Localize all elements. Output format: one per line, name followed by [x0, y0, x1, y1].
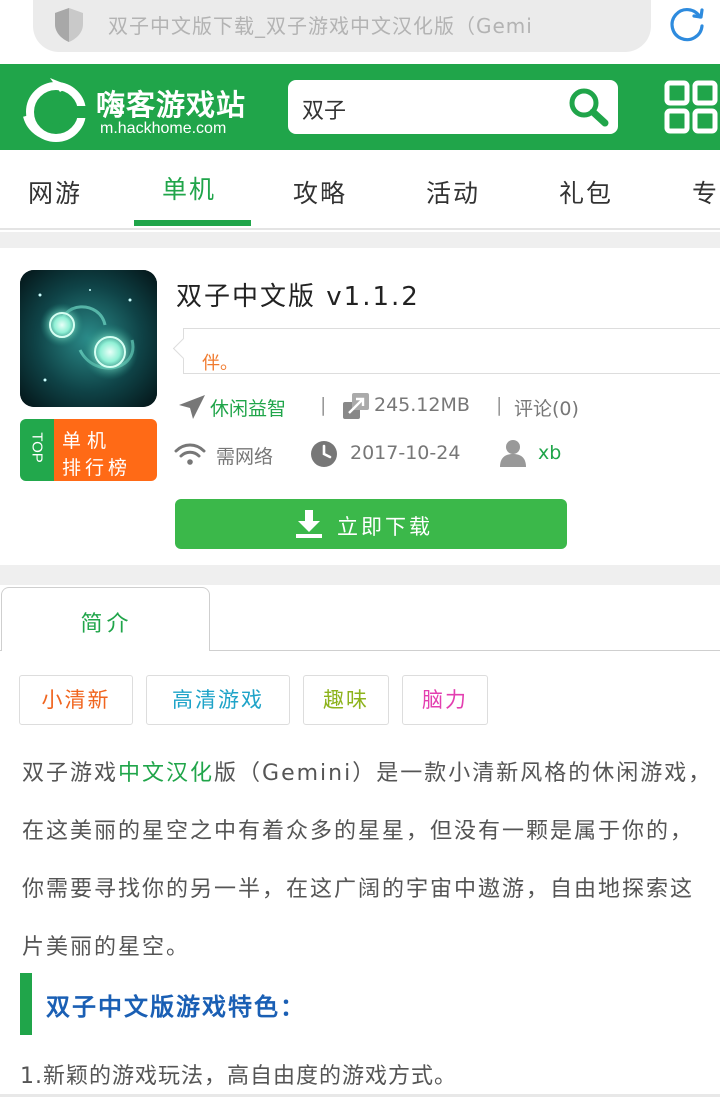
author-link[interactable]: xb	[538, 442, 561, 464]
download-label: 立即下载	[337, 515, 433, 539]
release-date: 2017-10-24	[350, 442, 461, 464]
app-meta-row: 休闲益智 | 245.12MB | 评论(0)	[178, 392, 718, 422]
comments-count[interactable]: 评论(0)	[514, 394, 579, 421]
badge-line1: 单机	[62, 430, 113, 452]
app-title: 双子中文版 v1.1.2	[176, 282, 420, 312]
logo-domain: m.hackhome.com	[100, 120, 227, 137]
download-icon	[296, 510, 322, 538]
file-size: 245.12MB	[374, 394, 470, 416]
top-label: TOP	[28, 432, 46, 463]
tag-fresh[interactable]: 小清新	[19, 675, 133, 725]
tab-intro[interactable]: 简介	[1, 587, 210, 651]
search-input[interactable]: 双子	[302, 93, 346, 125]
wifi-icon	[174, 443, 206, 465]
quote-text: 伴。	[202, 353, 238, 374]
nav-item-events[interactable]: 活动	[426, 174, 480, 210]
browser-url-bar: 双子中文版下载_双子游戏中文汉化版（Gemi	[0, 0, 720, 64]
feature-item: 1.新颖的游戏玩法，高自由度的游戏方式。	[20, 1064, 457, 1089]
game-description: 双子游戏中文汉化版（Gemini）是一款小清新风格的休闲游戏，在这美丽的星空之中…	[22, 761, 713, 960]
search-box[interactable]: 双子	[288, 80, 618, 134]
search-icon[interactable]	[566, 86, 610, 128]
badge-line2: 排行榜	[62, 457, 132, 479]
divider	[0, 232, 720, 248]
tag-brain[interactable]: 脑力	[402, 675, 488, 725]
nav-active-indicator	[134, 220, 251, 226]
section-title: 双子中文版游戏特色：	[46, 993, 306, 1021]
app-quote-box: 伴。	[183, 328, 720, 374]
reload-icon[interactable]	[667, 4, 707, 44]
tag-hd-games[interactable]: 高清游戏	[146, 675, 290, 725]
clock-icon	[311, 441, 337, 467]
grid-menu-icon[interactable]	[664, 80, 720, 134]
url-text[interactable]: 双子中文版下载_双子游戏中文汉化版（Gemi	[108, 10, 638, 39]
nav-item-single-player[interactable]: 单机	[162, 170, 216, 206]
logo-text[interactable]: 嗨客游戏站	[96, 82, 246, 124]
tab-intro-label: 简介	[80, 612, 133, 637]
shield-icon	[55, 8, 83, 42]
logo-icon[interactable]	[20, 72, 90, 142]
user-icon	[500, 440, 526, 467]
tag-fun[interactable]: 趣味	[303, 675, 389, 725]
ranking-badge[interactable]: TOP 单机 排行榜	[20, 419, 157, 481]
description-link[interactable]: 中文汉化	[118, 761, 214, 786]
site-header: 嗨客游戏站 m.hackhome.com 双子	[0, 64, 720, 150]
app-icon	[20, 270, 157, 407]
nav-item-gifts[interactable]: 礼包	[559, 174, 613, 210]
nav-item-online-games[interactable]: 网游	[28, 174, 82, 210]
resize-icon	[343, 393, 369, 419]
divider	[0, 565, 720, 585]
navigation-arrow-icon	[179, 395, 205, 419]
network-requirement: 需网络	[216, 446, 274, 468]
nav-item-guides[interactable]: 攻略	[293, 174, 347, 210]
category-nav: 网游 单机 攻略 活动 礼包 专	[0, 150, 720, 230]
section-marker	[20, 973, 32, 1035]
app-meta-row-2: 需网络 2017-10-24 xb	[174, 438, 720, 472]
category-link[interactable]: 休闲益智	[210, 394, 286, 421]
download-button[interactable]: 立即下载	[175, 499, 567, 549]
nav-item-topics[interactable]: 专	[692, 174, 719, 210]
